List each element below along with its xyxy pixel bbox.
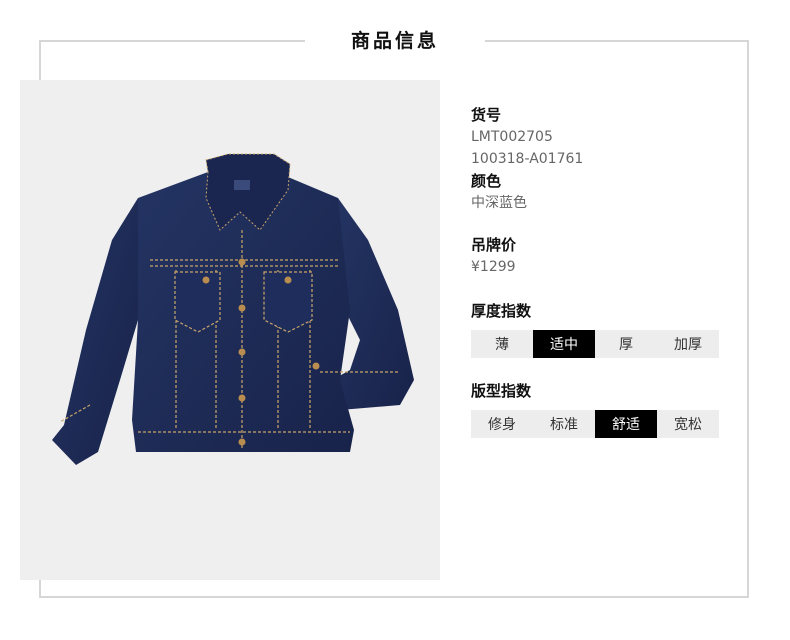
- fit-option-standard: 标准: [533, 410, 595, 438]
- section-title-wrap: 商品信息: [305, 24, 485, 58]
- color-value: 中深蓝色: [471, 195, 527, 211]
- color-label: 颜色: [471, 172, 502, 190]
- sku-value-1: LMT002705: [471, 129, 553, 145]
- product-info: 货号 LMT002705 100318-A01761 颜色 中深蓝色 吊牌价 ¥…: [471, 104, 731, 438]
- fit-label: 版型指数: [471, 382, 532, 400]
- price-value: ¥1299: [471, 259, 516, 275]
- thickness-option-thin: 薄: [471, 330, 533, 358]
- price-label: 吊牌价: [471, 236, 517, 254]
- fit-selector: 修身 标准 舒适 宽松: [471, 410, 719, 438]
- thickness-option-extra-thick: 加厚: [657, 330, 719, 358]
- thickness-option-medium: 适中: [533, 330, 595, 358]
- thickness-selector: 薄 适中 厚 加厚: [471, 330, 719, 358]
- section-title: 商品信息: [350, 30, 439, 52]
- fit-option-slim: 修身: [471, 410, 533, 438]
- product-image: [20, 80, 440, 580]
- fit-option-comfort: 舒适: [595, 410, 657, 438]
- sku-label: 货号: [471, 106, 502, 124]
- denim-jacket-illustration: [52, 153, 414, 465]
- thickness-option-thick: 厚: [595, 330, 657, 358]
- fit-option-loose: 宽松: [657, 410, 719, 438]
- thickness-label: 厚度指数: [471, 302, 532, 320]
- sku-value-2: 100318-A01761: [471, 151, 584, 167]
